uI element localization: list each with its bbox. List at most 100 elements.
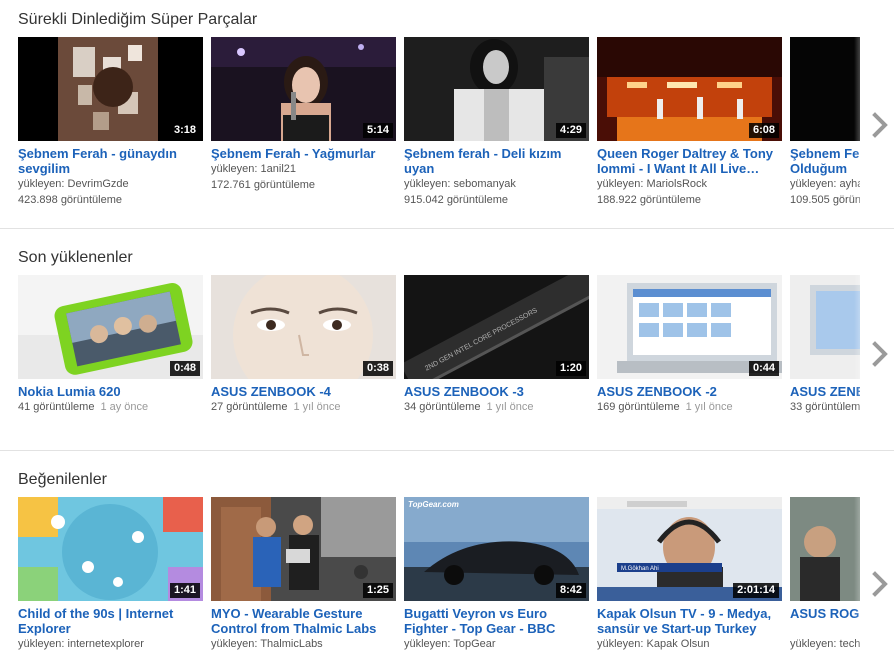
video-card[interactable]: 2ND GEN INTEL CORE PROCESSORS 1:20 ASUS … [404,275,589,415]
video-thumbnail[interactable]: TopGear.com 8:42 [404,497,589,601]
video-uploader: yükleyen: Kapak Olsun [597,638,710,650]
shelf-liked: Beğenilenler 1:41 Child of the 90s | Int… [0,451,894,651]
video-view-count: 172.761 görüntüleme [211,179,315,191]
video-title-link[interactable]: ASUS ZENBOOK -4 [211,384,396,399]
video-thumbnail[interactable]: 5:14 [211,37,396,141]
video-thumbnail[interactable]: M.Gökhan Ahi 2:01:14 [597,497,782,601]
video-title-link[interactable]: MYO - Wearable Gesture Control from Thal… [211,606,396,636]
video-card[interactable]: 5:14 Şebnem Ferah - Yağmurlar yükleyen: … [211,37,396,193]
video-card[interactable]: ASUS ZENBOOK -1 33 görüntüleme [790,275,860,415]
video-thumbnail[interactable]: 4:29 [404,37,589,141]
video-duration: 1:41 [169,583,200,598]
video-view-count: 27 görüntüleme [211,401,288,413]
shelf-title[interactable]: Beğenilenler [18,471,107,489]
video-stats: 33 görüntüleme [790,399,860,415]
video-card[interactable]: M.Gökhan Ahi 2:01:14 Kapak Olsun TV - 9 … [597,497,782,651]
video-strip: 1:41 Child of the 90s | Internet Explore… [18,497,860,651]
shelf-recent-uploads: Son yüklenenler 0:48 Nokia Lumia 620 41 … [0,229,894,450]
thumbnail-image [790,275,860,379]
video-view-count: 169 görüntüleme [597,401,680,413]
shelf-favorites: Sürekli Dinlediğim Süper Parçalar 3:18 Ş… [0,0,894,228]
video-card[interactable]: ASUS ROG Video İnceleme yükleyen: tech [790,497,860,651]
video-thumbnail[interactable] [790,275,860,379]
video-title-link[interactable]: Şebnem Ferah - Sahip Olduğum [790,146,860,176]
thumbnail-image [790,497,860,601]
video-thumbnail[interactable]: 0:38 [211,275,396,379]
video-upload-age: 1 ay önce [100,401,149,413]
shelf-title[interactable]: Son yüklenenler [18,249,133,267]
video-duration: 8:42 [555,583,586,598]
video-title-link[interactable]: Şebnem ferah - Deli kızım uyan [404,146,589,176]
video-thumbnail[interactable]: 1:25 [211,497,396,601]
video-duration: 3:18 [169,123,200,138]
video-title-link[interactable]: Kapak Olsun TV - 9 - Medya, sansür ve St… [597,606,782,636]
video-title-link[interactable]: Child of the 90s | Internet Explorer [18,606,203,636]
chevron-right-icon [872,571,888,597]
chevron-right-icon [872,341,888,367]
video-card[interactable]: 1:25 MYO - Wearable Gesture Control from… [211,497,396,651]
video-duration: 0:48 [169,361,200,376]
video-view-count: 33 görüntüleme [790,401,860,413]
video-duration: 0:44 [748,361,779,376]
video-view-count: 41 görüntüleme [18,401,95,413]
video-view-count: 188.922 görüntüleme [597,194,701,206]
video-thumbnail[interactable] [790,497,860,601]
video-upload-age: 1 yıl önce [685,401,733,413]
video-uploader: yükleyen: ThalmicLabs [211,638,323,650]
video-upload-age: 1 yıl önce [486,401,534,413]
video-uploader: yükleyen: tech [790,638,860,650]
video-card[interactable]: 0:44 ASUS ZENBOOK -2 169 görüntüleme 1 yı… [597,275,782,415]
video-stats: 169 görüntüleme 1 yıl önce [597,399,782,415]
video-strip: 0:48 Nokia Lumia 620 41 görüntüleme 1 ay … [18,275,860,425]
video-thumbnail[interactable]: 6:08 [597,37,782,141]
video-title-link[interactable]: Queen Roger Daltrey & Tony Iommi - I Wan… [597,146,782,176]
video-title-link[interactable]: ASUS ZENBOOK -1 [790,384,860,399]
video-uploader: yükleyen: DevrimGzde [18,178,129,190]
video-view-count: 915.042 görüntüleme [404,194,508,206]
next-page-button[interactable] [870,341,890,367]
thumbnail-image [790,37,860,141]
video-title-link[interactable]: Nokia Lumia 620 [18,384,203,399]
video-card[interactable]: 3:18 Şebnem Ferah - günaydın sevgilim yü… [18,37,203,208]
video-view-count: 34 görüntüleme [404,401,481,413]
video-stats: 41 görüntüleme 1 ay önce [18,399,203,415]
video-card[interactable]: TopGear.com 8:42 Bugatti Veyron vs Euro … [404,497,589,651]
video-card[interactable]: 0:38 ASUS ZENBOOK -4 27 görüntüleme 1 yıl… [211,275,396,415]
chevron-right-icon [872,112,888,138]
topgear-logo: TopGear.com [408,500,459,509]
video-title-link[interactable]: ASUS ROG Video İnceleme [790,606,860,636]
video-duration: 5:14 [362,123,393,138]
video-title-link[interactable]: ASUS ZENBOOK -2 [597,384,782,399]
video-thumbnail[interactable]: 0:48 [18,275,203,379]
next-page-button[interactable] [870,571,890,597]
video-stats: 34 görüntüleme 1 yıl önce [404,399,589,415]
video-title-link[interactable]: ASUS ZENBOOK -3 [404,384,589,399]
video-title-link[interactable]: Bugatti Veyron vs Euro Fighter - Top Gea… [404,606,589,636]
video-uploader: yükleyen: ayhan [790,178,860,190]
shelf-title[interactable]: Sürekli Dinlediğim Süper Parçalar [18,11,257,29]
video-thumbnail[interactable]: 3:18 [18,37,203,141]
video-duration: 2:01:14 [733,583,779,598]
video-duration: 1:25 [362,583,393,598]
video-card[interactable]: 0:48 Nokia Lumia 620 41 görüntüleme 1 ay … [18,275,203,415]
video-uploader: yükleyen: MariolsRock [597,178,708,190]
video-strip: 3:18 Şebnem Ferah - günaydın sevgilim yü… [18,37,860,217]
video-thumbnail[interactable]: 1:41 [18,497,203,601]
video-title-link[interactable]: Şebnem Ferah - Yağmurlar [211,146,396,161]
lower-third-caption: M.Gökhan Ahi [621,566,659,572]
video-view-count: 423.898 görüntüleme [18,194,122,206]
video-card[interactable]: 6:08 Queen Roger Daltrey & Tony Iommi - … [597,37,782,208]
video-uploader: yükleyen: internetexplorer [18,638,144,650]
video-card[interactable]: 4:29 Şebnem ferah - Deli kızım uyan yükl… [404,37,589,208]
video-thumbnail[interactable]: 0:44 [597,275,782,379]
video-uploader: yükleyen: 1anil21 [211,163,297,175]
video-duration: 1:20 [555,361,586,376]
video-card[interactable]: Şebnem Ferah - Sahip Olduğum yükleyen: a… [790,37,860,208]
video-thumbnail[interactable] [790,37,860,141]
next-page-button[interactable] [870,112,890,138]
video-stats: 27 görüntüleme 1 yıl önce [211,399,396,415]
video-title-link[interactable]: Şebnem Ferah - günaydın sevgilim [18,146,203,176]
video-thumbnail[interactable]: 2ND GEN INTEL CORE PROCESSORS 1:20 [404,275,589,379]
video-card[interactable]: 1:41 Child of the 90s | Internet Explore… [18,497,203,651]
video-uploader: yükleyen: sebomanyak [404,178,516,190]
